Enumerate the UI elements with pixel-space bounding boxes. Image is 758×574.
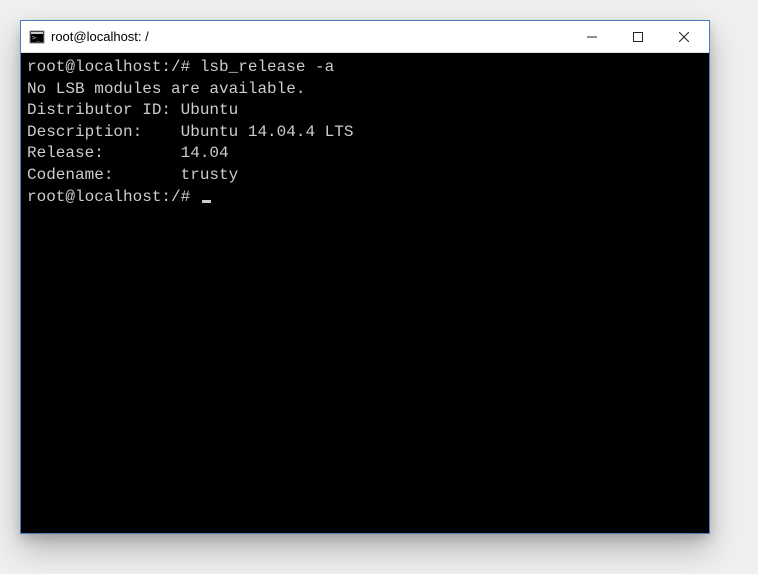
terminal-line: Description: Ubuntu 14.04.4 LTS xyxy=(27,122,703,144)
titlebar[interactable]: >_ root@localhost: / xyxy=(21,21,709,53)
app-icon: >_ xyxy=(29,29,45,45)
cursor-icon xyxy=(202,200,211,203)
terminal-output[interactable]: root@localhost:/# lsb_release -aNo LSB m… xyxy=(21,53,709,533)
terminal-line: Distributor ID: Ubuntu xyxy=(27,100,703,122)
terminal-line: Release: 14.04 xyxy=(27,143,703,165)
window-title: root@localhost: / xyxy=(51,29,569,44)
terminal-prompt: root@localhost:/# xyxy=(27,188,200,206)
svg-text:>_: >_ xyxy=(32,34,41,42)
window-controls xyxy=(569,21,707,52)
terminal-window: >_ root@localhost: / root@localhost:/# l… xyxy=(20,20,710,534)
terminal-prompt-line: root@localhost:/# xyxy=(27,187,703,209)
maximize-button[interactable] xyxy=(615,21,661,52)
terminal-line: Codename: trusty xyxy=(27,165,703,187)
terminal-line: No LSB modules are available. xyxy=(27,79,703,101)
minimize-button[interactable] xyxy=(569,21,615,52)
close-button[interactable] xyxy=(661,21,707,52)
terminal-line: root@localhost:/# lsb_release -a xyxy=(27,57,703,79)
